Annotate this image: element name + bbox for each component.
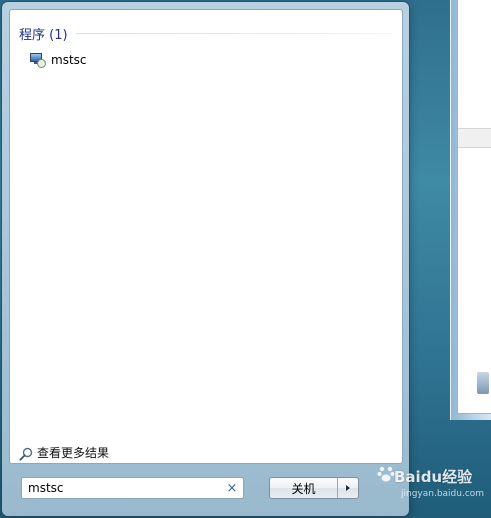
see-more-results-label: 查看更多结果 — [37, 446, 110, 460]
background-window-icon — [477, 372, 489, 394]
shutdown-button[interactable]: 关机 — [270, 478, 337, 498]
start-search-input[interactable] — [21, 477, 244, 499]
background-window — [450, 0, 491, 420]
programs-section-title: 程序 (1) — [19, 27, 68, 43]
see-more-results-link[interactable]: 查看更多结果 — [19, 444, 109, 461]
section-divider — [75, 32, 392, 34]
programs-section-header: 程序 (1) — [19, 24, 392, 43]
close-icon[interactable]: × — [225, 481, 239, 495]
chevron-right-icon — [346, 485, 350, 491]
start-menu: 程序 (1) mstsc 查看更多结果 × 关机 — [2, 2, 409, 516]
result-label: mstsc — [51, 53, 87, 67]
search-results-panel: 程序 (1) mstsc 查看更多结果 — [9, 9, 403, 464]
remote-desktop-icon — [30, 52, 46, 68]
shutdown-options-button[interactable] — [337, 478, 358, 498]
result-item-mstsc[interactable]: mstsc — [30, 50, 87, 70]
background-window-band — [458, 128, 491, 148]
search-icon — [19, 446, 33, 461]
background-window-content — [457, 0, 491, 414]
watermark-url: jingyan.baidu.com — [401, 489, 485, 499]
shutdown-button-group: 关机 — [269, 477, 359, 499]
